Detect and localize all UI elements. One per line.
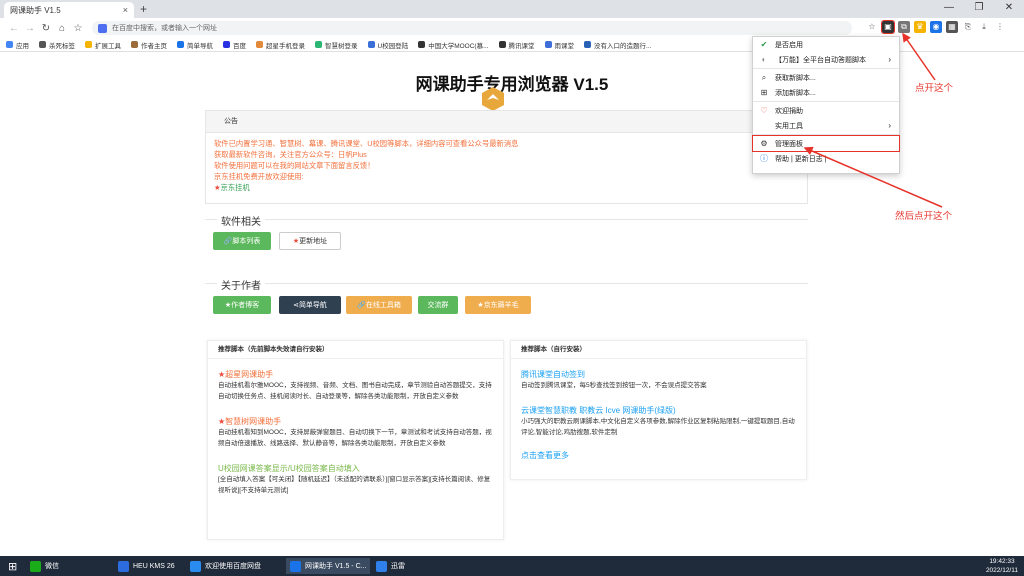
windows-start-icon[interactable]: ⊞ <box>8 558 17 574</box>
app-icon <box>118 560 129 572</box>
taskbar: ⊞ 微信 HEU KMS 26 欢迎使用百度网盘 网课助手 V1.5 - C... 迅雷… <box>0 556 1024 576</box>
taskbar-app-label: 微信 <box>45 563 59 570</box>
arrow-to-extension <box>902 32 936 81</box>
system-clock[interactable]: 19:42:33 2022/12/11 <box>986 557 1018 575</box>
annotation-second: 然后点开这个 <box>895 211 953 222</box>
taskbar-app-label: 网课助手 V1.5 - C... <box>305 563 367 570</box>
taskbar-app-label: 迅雷 <box>391 563 405 570</box>
taskbar-app[interactable]: 迅雷 <box>376 558 405 574</box>
taskbar-app-label: 欢迎使用百度网盘 <box>205 563 261 570</box>
taskbar-app-label: HEU KMS 26 <box>133 562 175 570</box>
app-icon <box>30 560 41 572</box>
annotation-arrows <box>803 32 943 208</box>
taskbar-app[interactable]: 欢迎使用百度网盘 <box>190 558 261 574</box>
taskbar-app[interactable]: HEU KMS 26 <box>118 558 175 574</box>
app-icon <box>290 560 301 572</box>
app-icon <box>376 560 387 572</box>
taskbar-app[interactable]: 网课助手 V1.5 - C... <box>286 558 371 574</box>
arrow-to-manage-panel <box>803 146 943 208</box>
taskbar-app[interactable]: 微信 <box>30 558 59 574</box>
annotation-first: 点开这个 <box>915 83 954 94</box>
app-icon <box>190 560 201 572</box>
